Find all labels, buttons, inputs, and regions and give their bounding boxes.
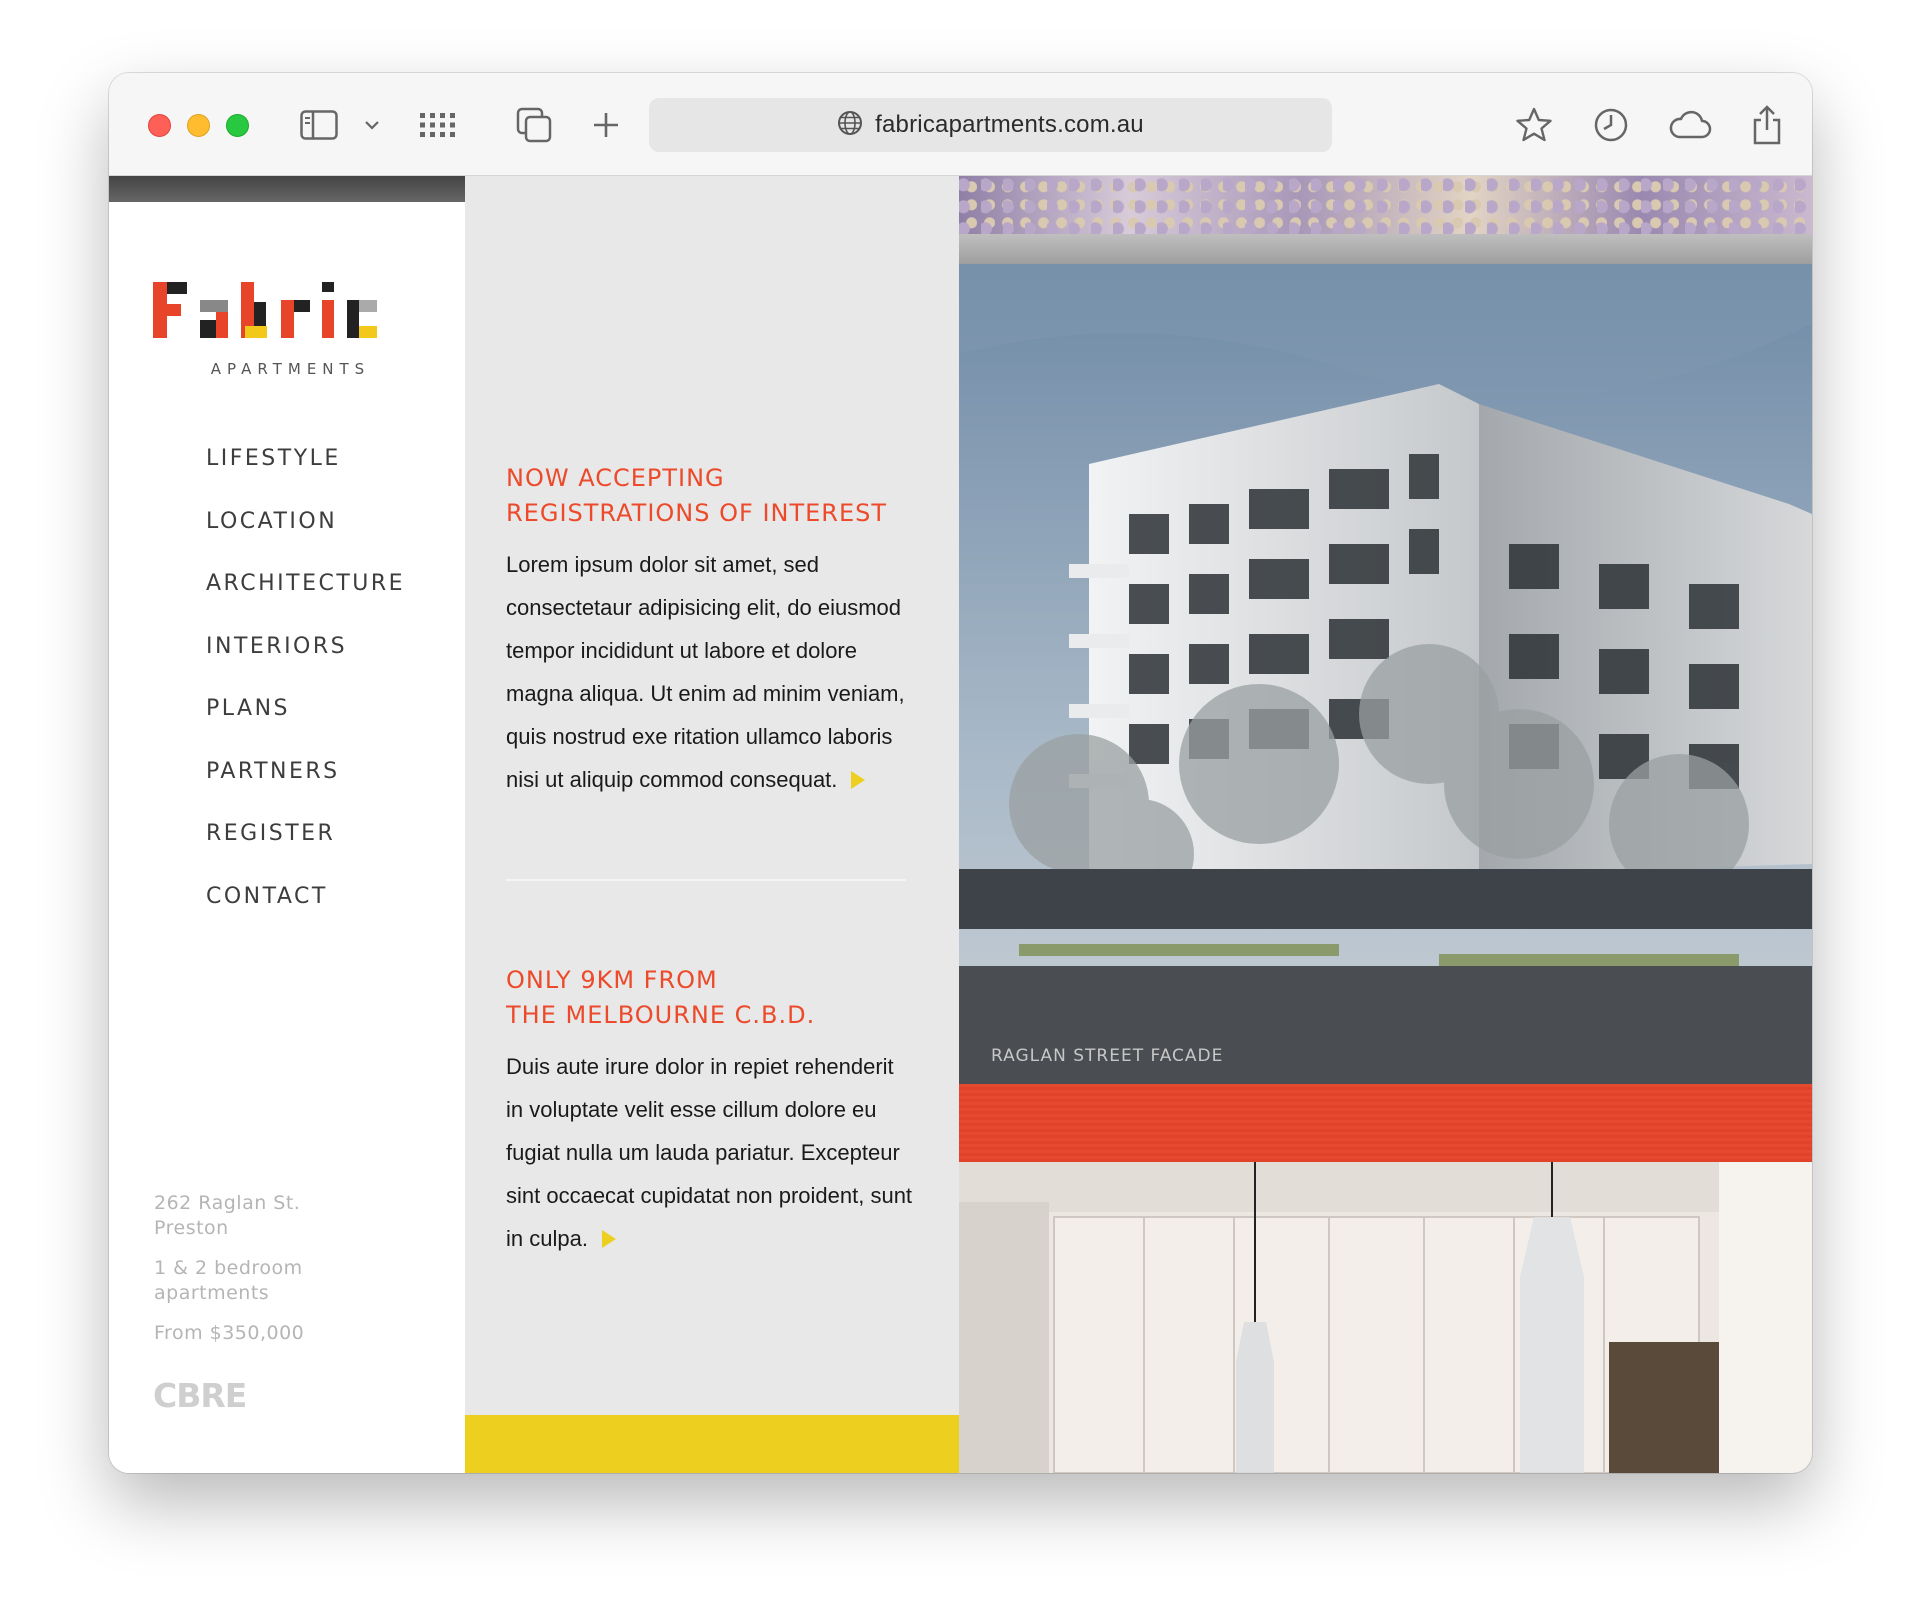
article-heading: NOW ACCEPTING REGISTRATIONS OF INTEREST xyxy=(506,461,926,531)
sidebar-top-bar xyxy=(109,176,465,202)
nav-item-plans[interactable]: PLANS xyxy=(206,696,405,759)
fabric-logo[interactable]: APARTMENTS xyxy=(153,276,428,378)
url-text: fabricapartments.com.au xyxy=(875,111,1144,138)
article-location: ONLY 9KM FROM THE MELBOURNE C.B.D. Duis … xyxy=(506,963,916,1260)
read-more-arrow-icon[interactable] xyxy=(851,771,866,789)
gallery-divider-band xyxy=(959,234,1812,264)
fabric-wordmark-graphic xyxy=(153,282,377,338)
red-accent-band xyxy=(959,1084,1812,1162)
article-body-text: Duis aute irure dolor in repiet rehender… xyxy=(506,1054,913,1251)
main-navigation: LIFESTYLE LOCATION ARCHITECTURE INTERIOR… xyxy=(206,446,405,946)
logo-subtitle: APARTMENTS xyxy=(210,360,371,378)
browser-window: fabricapartments.com.au APARTMENTS LIFES… xyxy=(109,73,1812,1473)
grid-icon[interactable] xyxy=(417,105,457,145)
bedrooms-line-1: 1 & 2 bedroom xyxy=(154,1257,303,1279)
star-icon[interactable] xyxy=(1514,105,1554,145)
fabric-pattern-image xyxy=(959,176,1812,234)
tabs-icon[interactable] xyxy=(514,105,554,145)
article-body-text: Lorem ipsum dolor sit amet, sed consecte… xyxy=(506,552,905,792)
gallery-caption: RAGLAN STREET FACADE xyxy=(991,1046,1224,1066)
cbre-logo[interactable]: CBRE xyxy=(153,1376,247,1415)
sidebar-icon[interactable] xyxy=(299,105,339,145)
kitchen-interior-image[interactable] xyxy=(959,1162,1812,1473)
price-text: From $350,000 xyxy=(154,1322,305,1344)
share-icon[interactable] xyxy=(1749,105,1785,145)
plus-icon[interactable] xyxy=(591,105,621,145)
article-heading-line-2: THE MELBOURNE C.B.D. xyxy=(506,1001,816,1029)
yellow-accent-bar xyxy=(465,1415,959,1473)
close-window-button[interactable] xyxy=(148,114,171,137)
nav-item-architecture[interactable]: ARCHITECTURE xyxy=(206,571,405,634)
history-icon[interactable] xyxy=(1591,105,1631,145)
cloud-icon[interactable] xyxy=(1667,105,1713,145)
section-divider xyxy=(506,879,906,881)
article-registrations: NOW ACCEPTING REGISTRATIONS OF INTEREST … xyxy=(506,461,916,801)
address-suburb: Preston xyxy=(154,1217,229,1239)
chevron-down-icon[interactable] xyxy=(362,105,382,145)
content-column: NOW ACCEPTING REGISTRATIONS OF INTEREST … xyxy=(465,176,959,1473)
globe-icon xyxy=(837,110,863,141)
read-more-arrow-icon[interactable] xyxy=(601,1230,616,1248)
nav-item-contact[interactable]: CONTACT xyxy=(206,884,405,947)
web-page: APARTMENTS LIFESTYLE LOCATION ARCHITECTU… xyxy=(109,176,1812,1473)
address-bar[interactable]: fabricapartments.com.au xyxy=(649,98,1332,152)
article-body: Duis aute irure dolor in repiet rehender… xyxy=(506,1045,916,1260)
bedrooms-line-2: apartments xyxy=(154,1282,270,1304)
nav-item-register[interactable]: REGISTER xyxy=(206,821,405,884)
article-heading-line-1: ONLY 9KM FROM xyxy=(506,966,718,994)
address-street: 262 Raglan St. xyxy=(154,1192,301,1214)
building-facade-image[interactable] xyxy=(959,264,1812,1084)
nav-item-partners[interactable]: PARTNERS xyxy=(206,759,405,822)
article-heading-line-2: REGISTRATIONS OF INTEREST xyxy=(506,499,888,527)
nav-item-location[interactable]: LOCATION xyxy=(206,509,405,572)
browser-toolbar: fabricapartments.com.au xyxy=(109,73,1812,176)
nav-item-lifestyle[interactable]: LIFESTYLE xyxy=(206,446,405,509)
site-sidebar: APARTMENTS LIFESTYLE LOCATION ARCHITECTU… xyxy=(109,176,465,1473)
image-gallery: RAGLAN STREET FACADE xyxy=(959,176,1812,1473)
article-heading-line-1: NOW ACCEPTING xyxy=(506,464,725,492)
zoom-window-button[interactable] xyxy=(226,114,249,137)
property-details: 262 Raglan St. Preston 1 & 2 bedroom apart… xyxy=(154,1191,304,1361)
minimize-window-button[interactable] xyxy=(187,114,210,137)
article-body: Lorem ipsum dolor sit amet, sed consecte… xyxy=(506,543,916,801)
article-heading: ONLY 9KM FROM THE MELBOURNE C.B.D. xyxy=(506,963,926,1033)
nav-item-interiors[interactable]: INTERIORS xyxy=(206,634,405,697)
